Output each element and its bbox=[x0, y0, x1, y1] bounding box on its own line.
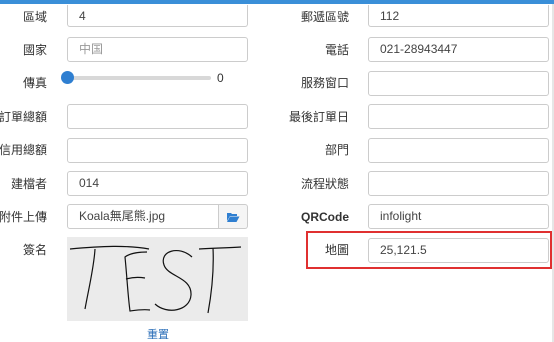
process-status-label: 流程狀態 bbox=[300, 177, 349, 191]
attachment-field[interactable]: Koala無尾熊.jpg bbox=[67, 204, 219, 229]
district-field[interactable]: 4 bbox=[67, 5, 248, 27]
fax-label: 傳真 bbox=[22, 76, 47, 90]
folder-open-icon bbox=[227, 212, 240, 222]
qrcode-label: QRCode bbox=[301, 210, 349, 224]
fax-slider-thumb[interactable] bbox=[61, 71, 74, 84]
phone-label: 電話 bbox=[324, 43, 349, 57]
postal-code-field[interactable]: 112 bbox=[368, 5, 549, 27]
qrcode-field[interactable]: infolight bbox=[368, 204, 549, 229]
signature-drawing bbox=[69, 245, 242, 314]
reset-link[interactable]: 重置 bbox=[147, 326, 169, 342]
signature-pad[interactable] bbox=[67, 237, 248, 321]
service-window-label: 服務窗口 bbox=[300, 76, 349, 90]
top-bar bbox=[0, 0, 554, 4]
creator-field[interactable]: 014 bbox=[67, 171, 248, 196]
country-field[interactable]: 中国 bbox=[67, 37, 248, 62]
map-highlight-box bbox=[306, 231, 552, 269]
browse-button[interactable] bbox=[219, 204, 248, 229]
credit-total-label: 信用總額 bbox=[0, 143, 47, 157]
process-status-field[interactable] bbox=[368, 171, 549, 196]
creator-label: 建檔者 bbox=[10, 177, 47, 191]
attachment-label: 附件上傳 bbox=[0, 210, 47, 224]
phone-field[interactable]: 021-28943447 bbox=[368, 37, 549, 62]
fax-slider-track[interactable] bbox=[67, 76, 211, 80]
fax-slider-value: 0 bbox=[217, 71, 224, 85]
order-total-label: 訂單總額 bbox=[0, 110, 47, 124]
signature-label: 簽名 bbox=[22, 243, 47, 257]
credit-total-field[interactable] bbox=[67, 138, 248, 163]
department-label: 部門 bbox=[324, 143, 349, 157]
order-total-field[interactable] bbox=[67, 104, 248, 129]
last-order-date-field[interactable] bbox=[368, 104, 549, 129]
last-order-date-label: 最後訂單日 bbox=[288, 110, 349, 124]
department-field[interactable] bbox=[368, 138, 549, 163]
district-label: 區域 bbox=[22, 10, 47, 24]
service-window-field[interactable] bbox=[368, 71, 549, 96]
postal-code-label: 郵遞區號 bbox=[300, 10, 349, 24]
country-label: 國家 bbox=[22, 43, 47, 57]
